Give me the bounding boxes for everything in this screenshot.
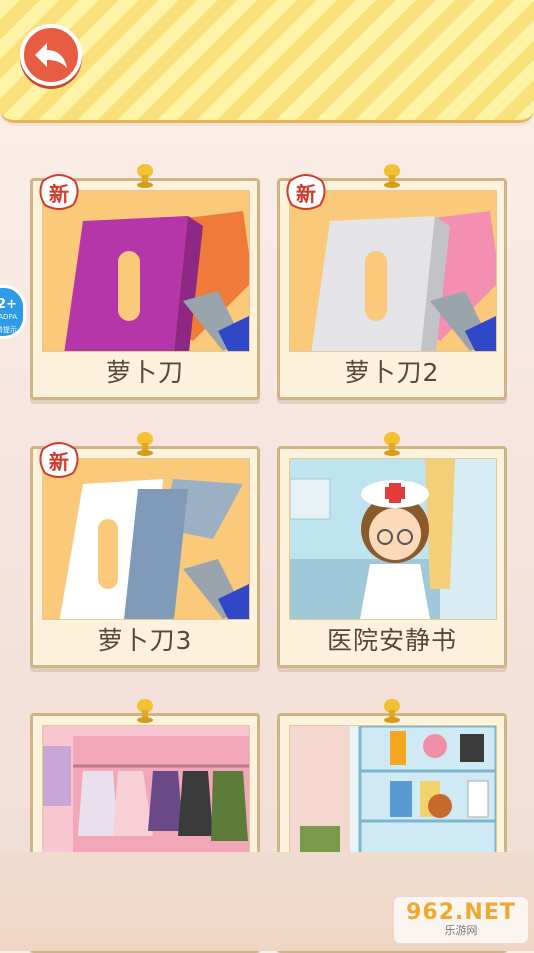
card-thumbnail bbox=[289, 458, 497, 620]
back-button[interactable] bbox=[20, 24, 82, 86]
pushpin-icon bbox=[384, 699, 400, 723]
card-label: 萝卜刀 bbox=[105, 358, 184, 387]
back-arrow-icon bbox=[35, 43, 67, 68]
pushpin-icon bbox=[384, 164, 400, 188]
watermark-logo-text: 962.NET bbox=[406, 900, 516, 925]
site-watermark: 962.NET 乐游网 bbox=[394, 897, 528, 943]
age-rating-badge[interactable]: 12+ CADPA 适龄提示 bbox=[0, 285, 26, 339]
game-card-radish-knife-2[interactable]: 新 萝卜刀2 bbox=[277, 164, 507, 400]
watermark-subtitle: 乐游网 bbox=[444, 924, 478, 937]
pushpin-icon bbox=[137, 164, 153, 188]
pushpin-icon bbox=[384, 432, 400, 456]
new-badge-icon: 新 bbox=[39, 174, 79, 210]
game-card-radish-knife-3[interactable]: 新 萝卜刀3 bbox=[30, 432, 260, 668]
age-rating-note: 适龄提示 bbox=[0, 326, 17, 334]
game-card-radish-knife[interactable]: 新 萝卜刀 bbox=[30, 164, 260, 400]
age-rating-org: CADPA bbox=[0, 313, 17, 321]
new-badge-icon: 新 bbox=[39, 442, 79, 478]
age-rating-text: 12+ bbox=[0, 297, 17, 312]
card-label: 萝卜刀2 bbox=[344, 358, 440, 387]
game-card-hospital-quiet-book[interactable]: 医院安静书 bbox=[277, 432, 507, 668]
svg-text:新: 新 bbox=[49, 182, 69, 206]
svg-text:新: 新 bbox=[296, 182, 316, 206]
new-badge-icon: 新 bbox=[286, 174, 326, 210]
pushpin-icon bbox=[137, 432, 153, 456]
card-label: 萝卜刀3 bbox=[97, 626, 193, 655]
card-label: 医院安静书 bbox=[326, 626, 457, 655]
header-bar bbox=[0, 0, 534, 123]
svg-text:新: 新 bbox=[49, 450, 69, 474]
pushpin-icon bbox=[137, 699, 153, 723]
